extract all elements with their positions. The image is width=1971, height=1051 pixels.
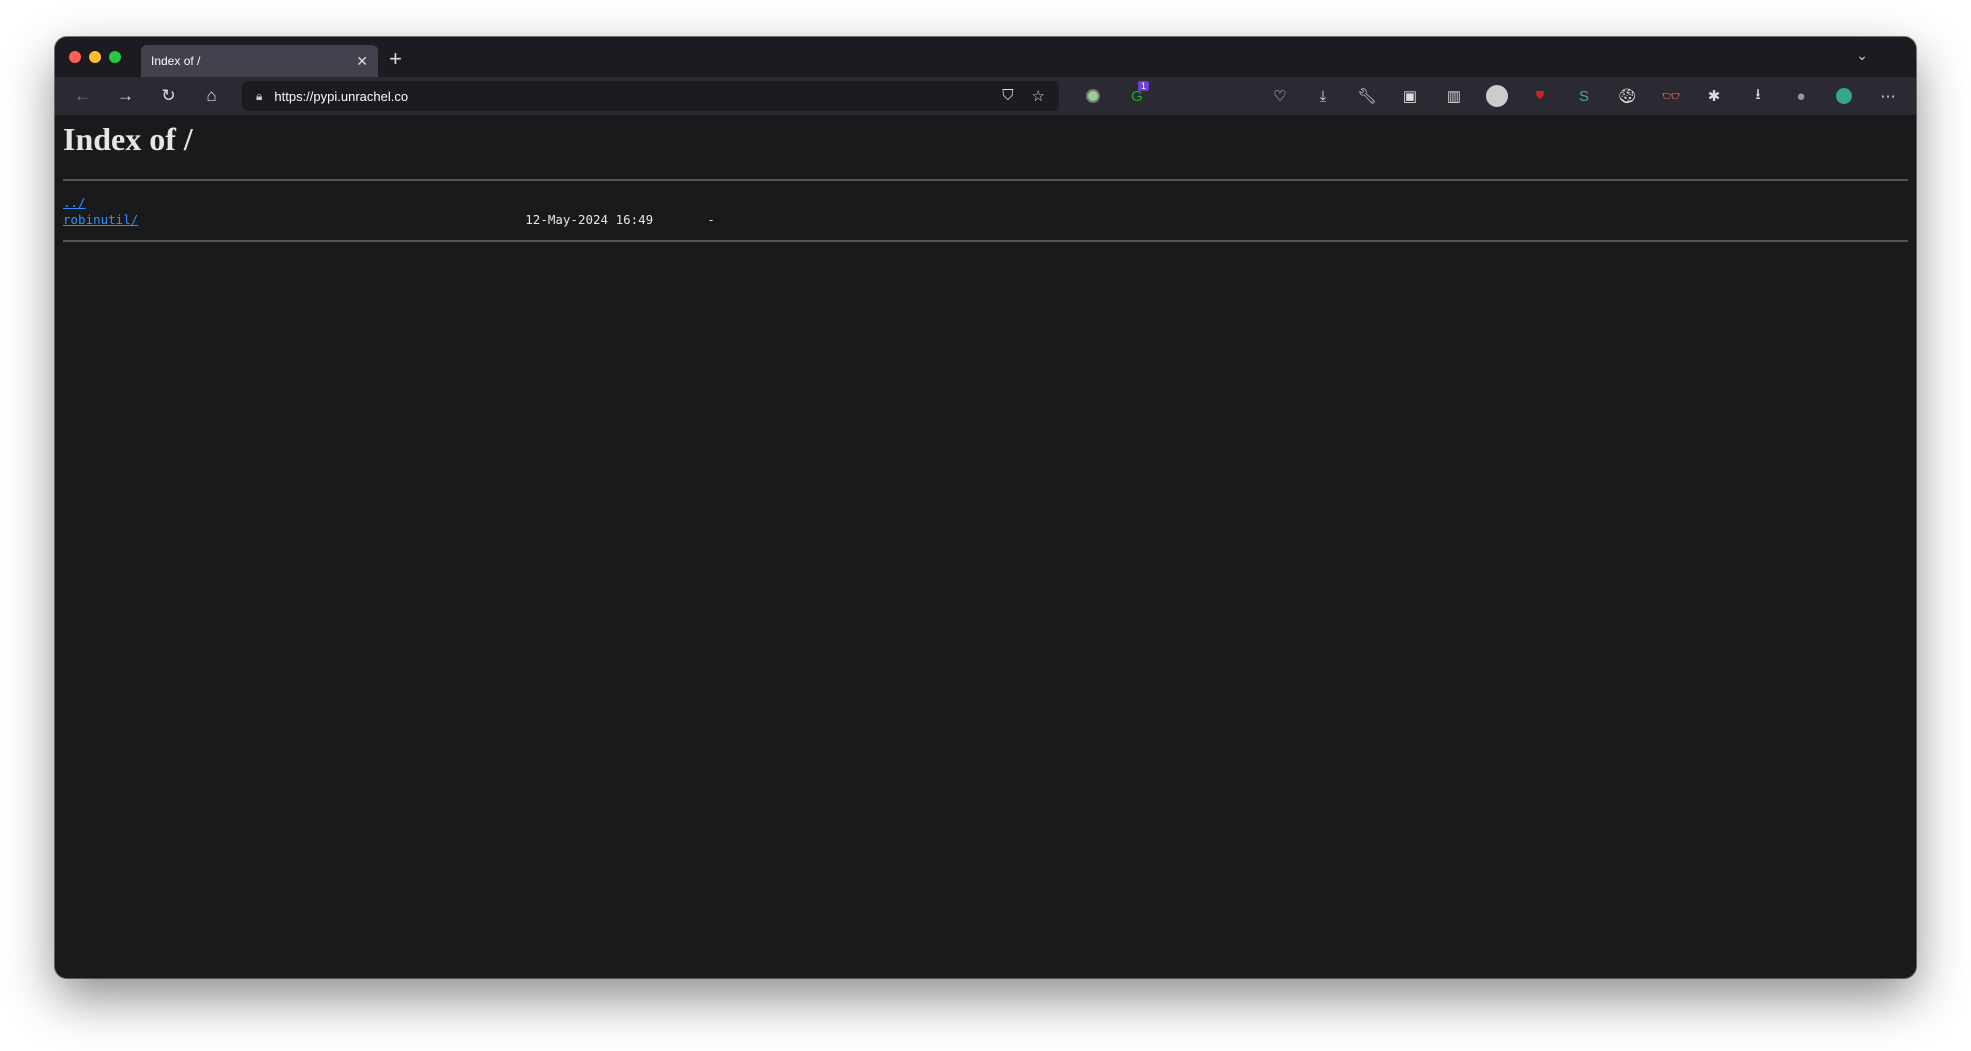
spy-icon[interactable]: 👓︎ [1659,85,1683,107]
entry-date: 12-May-2024 16:49 [525,212,654,227]
home-button[interactable]: ⌂ [190,86,233,106]
avatar-extension-icon[interactable] [1485,85,1509,107]
entry-size: - [707,212,715,227]
pocket-icon[interactable]: ♡ [1268,85,1292,107]
wrench-icon[interactable]: 🔧︎ [1355,85,1379,107]
parent-directory-link[interactable]: ../ [63,195,86,210]
s-extension-icon[interactable]: S [1572,85,1596,107]
extension-circle-icon[interactable] [1081,85,1105,107]
bookmark-star-icon[interactable]: ☆ [1032,87,1045,105]
directory-listing: ../ robinutil/12-May-2024 16:49 - [63,194,1908,228]
minimize-window-button[interactable] [89,51,101,63]
close-window-button[interactable] [69,51,81,63]
tracking-shield-icon[interactable]: ⛉ [1002,87,1013,105]
extensions-puzzle-icon[interactable]: ✱ [1702,85,1726,107]
tab-active[interactable]: Index of / ✕ [141,45,378,77]
address-bar[interactable]: 🔒︎ https://pypi.unrachel.co ⛉ ☆ [242,81,1059,111]
green-extension-icon[interactable] [1832,85,1856,107]
new-tab-button[interactable]: + [389,45,402,73]
screenshot-icon[interactable]: ▣ [1398,85,1422,107]
browser-window: Index of / ✕ + ⌄ ← → ↻ ⌂ 🔒︎ https://pypi… [55,37,1916,978]
tab-bar: Index of / ✕ + ⌄ [55,37,1916,77]
entry-link-robinutil[interactable]: robinutil/ [63,212,138,227]
extension-g-icon[interactable]: G1 [1125,81,1149,107]
downloads-icon[interactable]: ⤓ [1311,85,1335,107]
menu-more-icon[interactable]: ⋯ [1876,85,1900,107]
url-text[interactable]: https://pypi.unrachel.co [274,89,408,104]
ublock-icon[interactable]: ⛊ [1528,85,1552,107]
page-content: Index of / ../ robinutil/12-May-2024 16:… [55,115,1916,978]
list-tabs-chevron-icon[interactable]: ⌄ [1856,47,1868,64]
back-button[interactable]: ← [61,86,104,106]
window-controls [69,51,121,63]
gray-extension-icon[interactable]: ● [1789,85,1813,107]
divider [63,179,1908,181]
divider [63,240,1908,242]
maximize-window-button[interactable] [109,51,121,63]
fence-icon[interactable]: ▥ [1442,85,1466,107]
tab-title: Index of / [151,54,201,68]
close-tab-icon[interactable]: ✕ [356,53,368,70]
reload-button[interactable]: ↻ [147,86,190,106]
extension-badge: 1 [1137,81,1149,91]
forward-button[interactable]: → [104,86,147,106]
nav-toolbar: ← → ↻ ⌂ 🔒︎ https://pypi.unrachel.co ⛉ ☆ G… [55,77,1916,115]
cookie-jar-icon[interactable]: 🍪︎ [1615,85,1639,107]
page-title: Index of / [63,121,193,157]
lock-icon[interactable]: 🔒︎ [256,89,262,104]
download-arrow-icon[interactable]: ⭳ [1746,85,1770,107]
